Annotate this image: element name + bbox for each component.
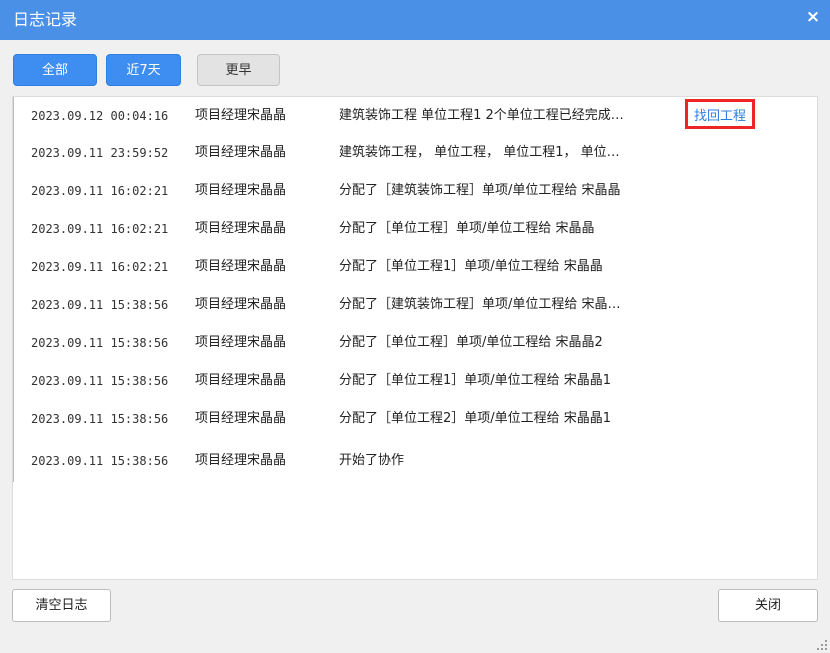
log-time: 2023.09.11 15:38:56 [31, 454, 169, 468]
log-row: 2023.09.11 15:38:56 项目经理宋晶晶 分配了［单位工程］单项/… [13, 324, 817, 362]
log-message: 开始了协作 [339, 453, 405, 468]
log-time: 2023.09.11 16:02:21 [31, 184, 169, 198]
log-user: 项目经理宋晶晶 [195, 145, 287, 160]
log-message: 建筑装饰工程， 单位工程， 单位工程1， 单位… [339, 145, 620, 160]
log-row: 2023.09.11 15:38:56 项目经理宋晶晶 分配了［单位工程1］单项… [13, 362, 817, 400]
close-button[interactable]: 关闭 [718, 589, 818, 622]
log-message: 建筑装饰工程 单位工程1 2个单位工程已经完成… [339, 108, 624, 123]
log-user: 项目经理宋晶晶 [195, 335, 287, 350]
log-user: 项目经理宋晶晶 [195, 373, 287, 388]
clear-log-button[interactable]: 清空日志 [12, 589, 111, 622]
log-message: 分配了［建筑装饰工程］单项/单位工程给 宋晶… [339, 297, 621, 312]
log-row: 2023.09.11 16:02:21 项目经理宋晶晶 分配了［单位工程1］单项… [13, 248, 817, 286]
log-list: 2023.09.12 00:04:16 项目经理宋晶晶 建筑装饰工程 单位工程1… [12, 96, 818, 580]
log-row: 2023.09.11 23:59:52 项目经理宋晶晶 建筑装饰工程， 单位工程… [13, 134, 817, 172]
log-row: 2023.09.12 00:04:16 项目经理宋晶晶 建筑装饰工程 单位工程1… [13, 97, 817, 135]
log-message: 分配了［单位工程1］单项/单位工程给 宋晶晶 [339, 259, 603, 274]
log-time: 2023.09.11 16:02:21 [31, 260, 169, 274]
recover-project-link[interactable]: 找回工程 [685, 99, 756, 129]
log-time: 2023.09.11 15:38:56 [31, 336, 169, 350]
log-user: 项目经理宋晶晶 [195, 108, 287, 123]
log-message: 分配了［单位工程］单项/单位工程给 宋晶晶2 [339, 335, 603, 350]
log-user: 项目经理宋晶晶 [195, 297, 287, 312]
log-message: 分配了［单位工程1］单项/单位工程给 宋晶晶1 [339, 373, 612, 388]
log-row: 2023.09.11 16:02:21 项目经理宋晶晶 分配了［建筑装饰工程］单… [13, 172, 817, 210]
filter-7days-button[interactable]: 近7天 [106, 54, 181, 86]
log-row: 2023.09.11 15:38:56 项目经理宋晶晶 开始了协作 [13, 442, 817, 480]
title-bar: 日志记录 × [0, 0, 830, 40]
window-title: 日志记录 [13, 10, 78, 29]
resize-grip-icon[interactable] [817, 640, 827, 650]
log-time: 2023.09.11 16:02:21 [31, 222, 169, 236]
filter-earlier-button[interactable]: 更早 [197, 54, 280, 86]
filter-all-button[interactable]: 全部 [13, 54, 97, 86]
log-user: 项目经理宋晶晶 [195, 411, 287, 426]
log-message: 分配了［单位工程2］单项/单位工程给 宋晶晶1 [339, 411, 612, 426]
log-row: 2023.09.11 15:38:56 项目经理宋晶晶 分配了［单位工程2］单项… [13, 400, 817, 438]
log-time: 2023.09.12 00:04:16 [31, 109, 169, 123]
close-icon[interactable]: × [804, 8, 822, 26]
log-user: 项目经理宋晶晶 [195, 183, 287, 198]
log-time: 2023.09.11 15:38:56 [31, 412, 169, 426]
log-user: 项目经理宋晶晶 [195, 221, 287, 236]
log-message: 分配了［建筑装饰工程］单项/单位工程给 宋晶晶 [339, 183, 621, 198]
log-time: 2023.09.11 15:38:56 [31, 298, 169, 312]
log-row: 2023.09.11 15:38:56 项目经理宋晶晶 分配了［建筑装饰工程］单… [13, 286, 817, 324]
log-time: 2023.09.11 23:59:52 [31, 146, 169, 160]
log-message: 分配了［单位工程］单项/单位工程给 宋晶晶 [339, 221, 595, 236]
log-user: 项目经理宋晶晶 [195, 259, 287, 274]
log-user: 项目经理宋晶晶 [195, 453, 287, 468]
log-time: 2023.09.11 15:38:56 [31, 374, 169, 388]
log-row: 2023.09.11 16:02:21 项目经理宋晶晶 分配了［单位工程］单项/… [13, 210, 817, 248]
